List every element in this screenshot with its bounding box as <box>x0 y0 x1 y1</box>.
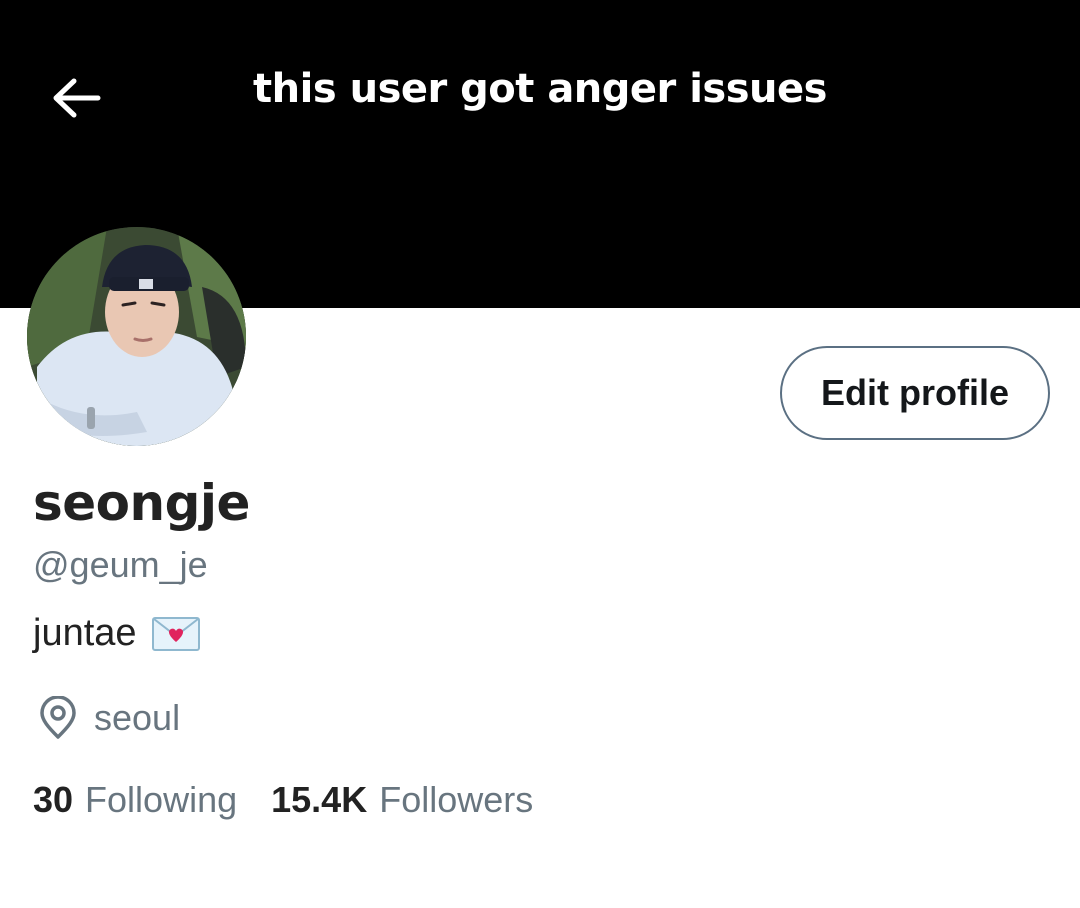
followers-count: 15.4K <box>271 779 368 820</box>
arrow-left-icon <box>53 78 101 118</box>
profile-bio: juntae <box>33 612 201 655</box>
follow-stats: 30 Following 15.4K Followers <box>33 779 533 821</box>
bio-text: juntae <box>33 612 137 654</box>
edit-profile-button[interactable]: Edit profile <box>780 346 1050 440</box>
banner-caption: this user got anger issues <box>253 66 827 112</box>
followers-stat[interactable]: 15.4K Followers <box>271 779 533 821</box>
profile-page: this user got anger issues Edit profile … <box>0 0 1080 908</box>
user-handle: @geum_je <box>33 544 208 585</box>
love-letter-icon <box>151 616 200 651</box>
following-label: Following <box>85 779 238 820</box>
profile-location: seoul <box>38 696 180 740</box>
avatar[interactable] <box>27 227 246 446</box>
back-button[interactable] <box>44 68 108 128</box>
followers-label: Followers <box>379 779 534 820</box>
following-count: 30 <box>33 779 74 820</box>
location-text: seoul <box>94 697 181 738</box>
location-pin-icon <box>40 696 76 739</box>
display-name: seongje <box>33 474 250 532</box>
following-stat[interactable]: 30 Following <box>33 779 237 821</box>
